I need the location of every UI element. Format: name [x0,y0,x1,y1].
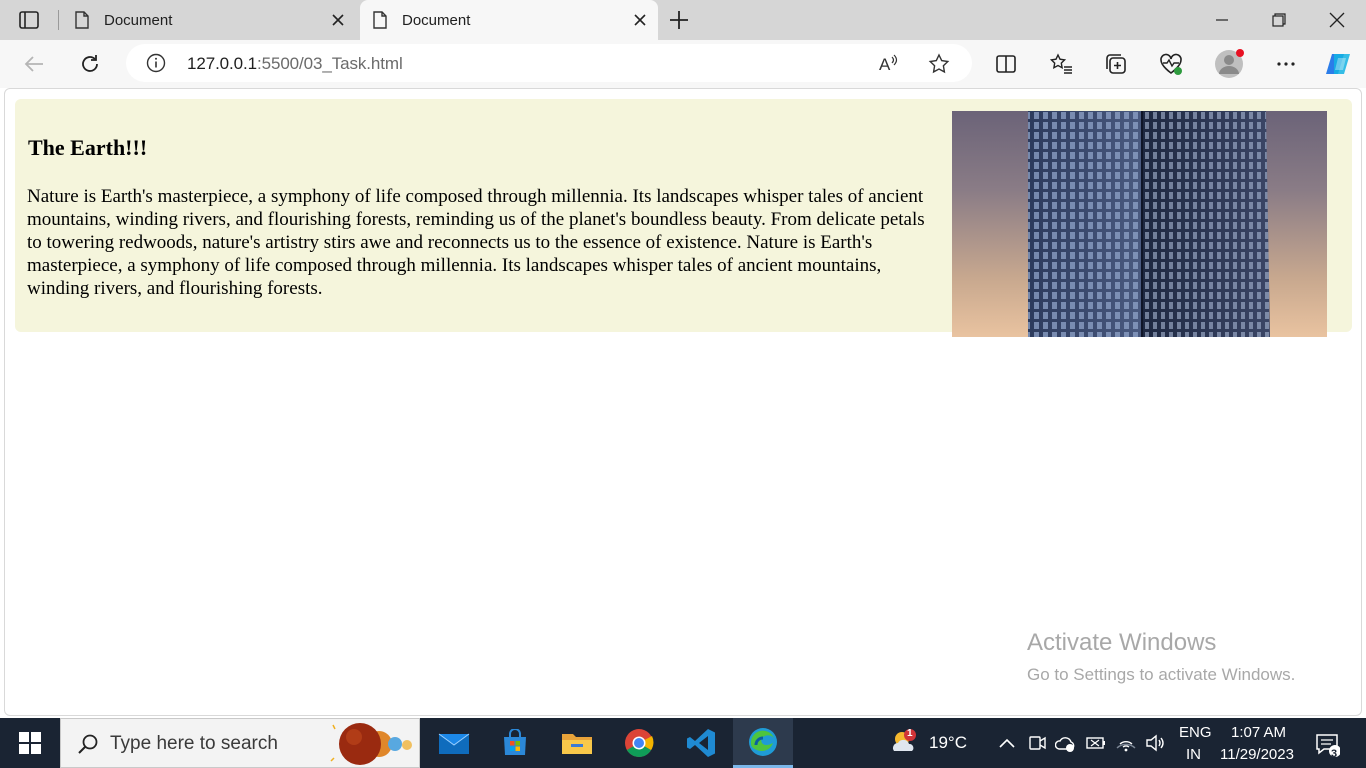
tab-title: Document [402,11,471,29]
refresh-icon [82,55,98,72]
activation-watermark: Activate Windows Go to Settings to activ… [1027,629,1295,685]
watermark-title: Activate Windows [1027,629,1217,656]
close-icon [1329,12,1345,28]
building-image [952,111,1327,337]
chrome-icon [625,729,654,757]
browser-essentials-button[interactable] [1157,50,1185,78]
chrome-app-button[interactable] [609,718,669,768]
clock-time: 1:07 AM [1231,724,1287,741]
tab-strip: Document Document [0,0,1366,40]
wifi-icon[interactable] [1115,732,1137,754]
restore-button[interactable] [1251,0,1307,40]
url-host: 127.0.0.1 [187,54,257,73]
info-icon[interactable] [146,53,166,73]
more-dots-icon [1277,62,1295,66]
tab-document-2[interactable]: Document [360,0,658,40]
weather-temperature[interactable]: 19°C [929,733,967,753]
url-path: :5500/03_Task.html [257,54,403,73]
watermark-subtitle: Go to Settings to activate Windows. [1027,665,1296,684]
mail-icon [438,733,470,754]
avatar [1215,49,1244,78]
minimize-button[interactable] [1194,0,1250,40]
back-arrow-icon [24,56,43,72]
browser-toolbar: 127.0.0.1:5500/03_Task.html A [0,40,1366,88]
heart-pulse-icon [1160,53,1182,75]
new-tab-icon[interactable] [668,10,690,30]
page-viewport: The Earth!!! Nature is Earth's masterpie… [4,88,1362,716]
search-highlight-planets-icon [330,723,412,765]
settings-more-button[interactable] [1272,50,1300,78]
edge-icon [749,727,777,756]
region-code: IN [1186,746,1201,763]
search-placeholder: Type here to search [110,733,278,754]
refresh-button[interactable] [76,50,104,78]
copilot-icon [1326,54,1350,74]
taskbar-search-box[interactable]: Type here to search [60,718,420,768]
tab-document-1[interactable]: Document [62,0,356,40]
profile-button[interactable] [1213,48,1245,80]
start-button[interactable] [0,718,60,768]
address-bar[interactable]: 127.0.0.1:5500/03_Task.html A [126,44,972,82]
collections-icon [1106,54,1126,74]
mail-app-button[interactable] [424,718,484,768]
vscode-app-button[interactable] [671,718,731,768]
clock-date: 11/29/2023 [1220,746,1294,763]
close-icon[interactable] [632,12,648,28]
read-aloud-icon[interactable]: A [878,53,900,75]
favorites-list-icon [1049,53,1072,74]
page-paragraph: Nature is Earth's masterpiece, a symphon… [27,186,925,299]
file-explorer-app-button[interactable] [547,718,607,768]
weather-badge: 1 [907,728,913,739]
back-button[interactable] [20,50,48,78]
weather-icon[interactable] [888,727,920,759]
collections-button[interactable] [1102,50,1130,78]
volume-icon[interactable] [1144,732,1166,754]
svg-text:A: A [879,55,891,74]
page-heading: The Earth!!! [28,135,148,160]
minimize-icon [1216,19,1228,21]
tab-title: Document [104,11,173,29]
onedrive-cloud-icon[interactable] [1055,732,1077,754]
store-app-button[interactable] [485,718,545,768]
vscode-icon [687,729,715,757]
favorites-button[interactable] [1047,50,1075,78]
windows-logo-icon [19,732,41,754]
taskbar: Type here to search 1 19°C ENG IN 1:07 A… [0,718,1366,768]
document-icon [75,11,89,29]
split-screen-icon [996,55,1016,73]
file-explorer-icon [562,734,592,754]
favorite-star-icon[interactable] [928,53,950,75]
split-screen-button[interactable] [992,50,1020,78]
tab-separator [58,10,59,30]
url-text[interactable]: 127.0.0.1:5500/03_Task.html [187,54,403,74]
restore-icon [1272,13,1286,27]
store-icon [504,729,526,755]
close-icon[interactable] [330,12,346,28]
notification-count: 3 [1331,748,1338,760]
document-icon [373,11,387,29]
chevron-up-icon[interactable] [996,732,1018,754]
meet-now-icon[interactable] [1026,732,1048,754]
tab-actions-icon[interactable] [14,10,46,30]
close-window-button[interactable] [1309,0,1365,40]
language-code: ENG [1179,724,1212,741]
search-icon [78,734,98,754]
battery-saver-icon[interactable] [1085,732,1107,754]
copilot-button[interactable] [1324,50,1352,78]
edge-app-button[interactable] [733,718,793,768]
